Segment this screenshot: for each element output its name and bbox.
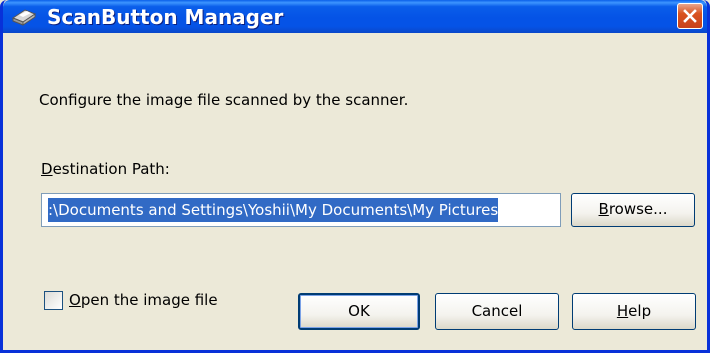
destination-path-value: :\Documents and Settings\Yoshii\My Docum… <box>48 198 499 222</box>
open-image-file-label[interactable]: Open the image file <box>69 291 218 309</box>
close-button[interactable] <box>677 3 703 29</box>
description-text: Configure the image file scanned by the … <box>39 91 409 109</box>
destination-path-label: Destination Path: <box>41 160 170 178</box>
cancel-button[interactable]: Cancel <box>435 293 559 330</box>
ok-button[interactable]: OK <box>298 293 420 330</box>
help-mnemonic: H <box>616 302 629 320</box>
title-bar[interactable]: ScanButton Manager <box>3 0 707 33</box>
help-label-rest: elp <box>628 302 652 320</box>
open-file-label-rest: pen the image file <box>80 291 218 309</box>
window-title: ScanButton Manager <box>47 5 284 29</box>
help-button[interactable]: Help <box>572 293 696 330</box>
dialog-window: ScanButton Manager Configure the image f… <box>0 0 710 353</box>
browse-button[interactable]: Browse... <box>571 193 695 227</box>
ok-label: OK <box>348 302 370 320</box>
scanner-icon <box>11 9 37 26</box>
open-file-mnemonic: O <box>69 291 81 309</box>
destination-label-rest: estination Path: <box>52 160 170 178</box>
close-icon <box>683 9 697 23</box>
browse-mnemonic: B <box>598 200 609 218</box>
destination-path-input[interactable]: :\Documents and Settings\Yoshii\My Docum… <box>41 193 561 227</box>
open-image-file-checkbox[interactable] <box>44 291 63 310</box>
cancel-label: Cancel <box>471 302 523 320</box>
destination-label-mnemonic: D <box>41 160 53 178</box>
browse-label-rest: rowse... <box>608 200 668 218</box>
dialog-body: Configure the image file scanned by the … <box>3 33 707 350</box>
